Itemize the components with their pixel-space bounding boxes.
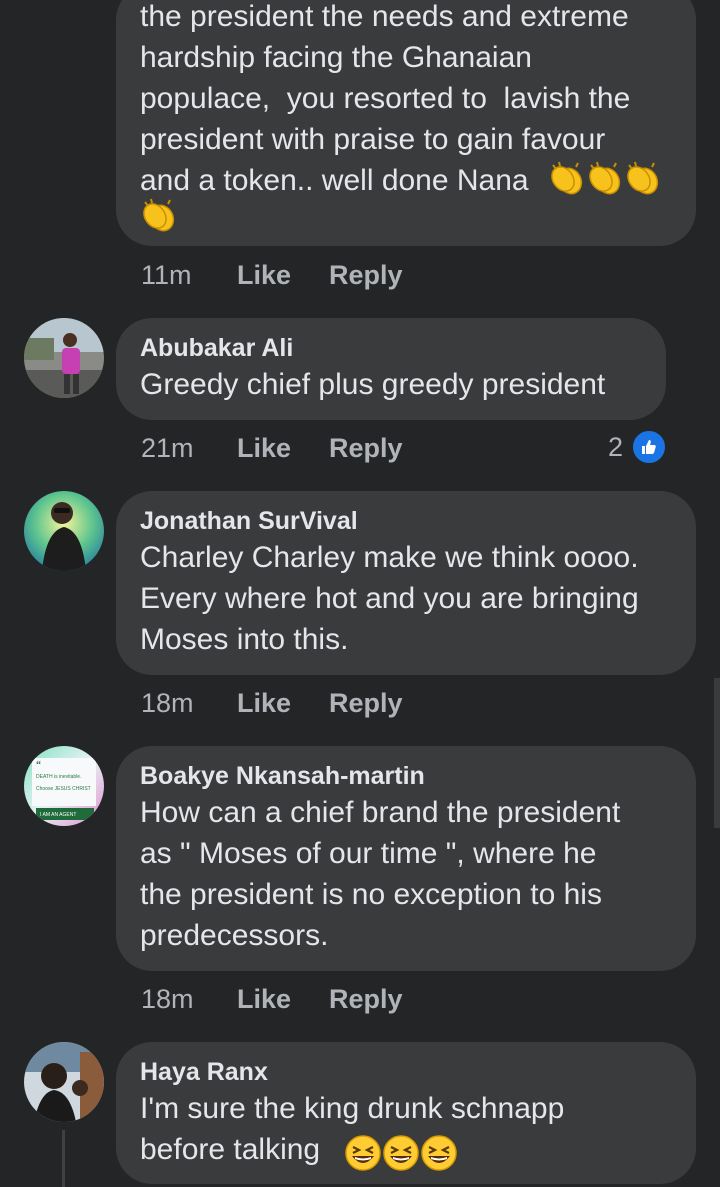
comment-text: Greedy chief plus greedy president	[140, 368, 606, 401]
clapping-hands-icon	[551, 161, 583, 195]
clap-emoji-row-2	[140, 196, 178, 234]
comment-bubble: Jonathan SurVival Charley Charley make w…	[116, 491, 696, 675]
comment-meta: 18m Like Reply	[141, 688, 403, 719]
avatar[interactable]	[24, 318, 104, 398]
comment-bubble: the president the needs and extreme hard…	[116, 0, 696, 246]
laugh-emoji-row	[344, 1134, 458, 1172]
like-button[interactable]: Like	[237, 984, 329, 1015]
avatar-text: I AM AN AGENT	[40, 812, 76, 818]
comment-meta: 11m Like Reply	[141, 260, 403, 291]
avatar[interactable]	[24, 491, 104, 571]
comment-text: How can a chief brand the president as "…	[140, 796, 621, 952]
reply-button[interactable]: Reply	[329, 984, 403, 1015]
clapping-hands-icon	[627, 161, 659, 195]
comment-time: 18m	[141, 984, 194, 1014]
reaction-number: 2	[608, 431, 624, 462]
clapping-hands-icon	[589, 161, 621, 195]
comment-time: 11m	[141, 260, 192, 290]
comment-time: 18m	[141, 688, 194, 718]
comment-bubble: Boakye Nkansah-martin How can a chief br…	[116, 746, 696, 971]
reaction-count[interactable]: 2	[608, 429, 668, 465]
avatar-text: Choose JESUS CHRIST	[36, 786, 91, 792]
comment-meta: 21m Like Reply	[141, 433, 403, 464]
like-button[interactable]: Like	[237, 260, 329, 291]
clap-emoji-row	[548, 159, 662, 197]
scrollbar-thumb[interactable]	[714, 678, 720, 828]
comment-author[interactable]: Abubakar Ali	[140, 332, 642, 364]
like-button[interactable]: Like	[237, 688, 329, 719]
thumbs-up-icon	[631, 429, 668, 465]
reply-button[interactable]: Reply	[329, 433, 403, 464]
laughing-face-icon	[383, 1135, 419, 1171]
comment-bubble: Haya Ranx I'm sure the king drunk schnap…	[116, 1042, 696, 1184]
laughing-face-icon	[421, 1135, 457, 1171]
comment-bubble: Abubakar Ali Greedy chief plus greedy pr…	[116, 318, 666, 420]
reply-button[interactable]: Reply	[329, 260, 403, 291]
reply-thread-line	[62, 1130, 65, 1187]
comment-time: 21m	[141, 433, 194, 463]
clapping-hands-icon	[143, 198, 175, 232]
avatar-text: DEATH is inevitable.	[36, 774, 81, 780]
comment-author[interactable]: Jonathan SurVival	[140, 505, 672, 537]
reply-button[interactable]: Reply	[329, 688, 403, 719]
like-button[interactable]: Like	[237, 433, 329, 464]
laughing-face-icon	[345, 1135, 381, 1171]
comment-author[interactable]: Boakye Nkansah-martin	[140, 760, 672, 792]
comment-author[interactable]: Haya Ranx	[140, 1056, 672, 1088]
avatar[interactable]	[24, 1042, 104, 1122]
avatar[interactable]: “ DEATH is inevitable. Choose JESUS CHRI…	[24, 746, 104, 826]
comment-text: Charley Charley make we think oooo. Ever…	[140, 541, 639, 656]
svg-text:“: “	[36, 760, 41, 771]
comment-meta: 18m Like Reply	[141, 984, 403, 1015]
